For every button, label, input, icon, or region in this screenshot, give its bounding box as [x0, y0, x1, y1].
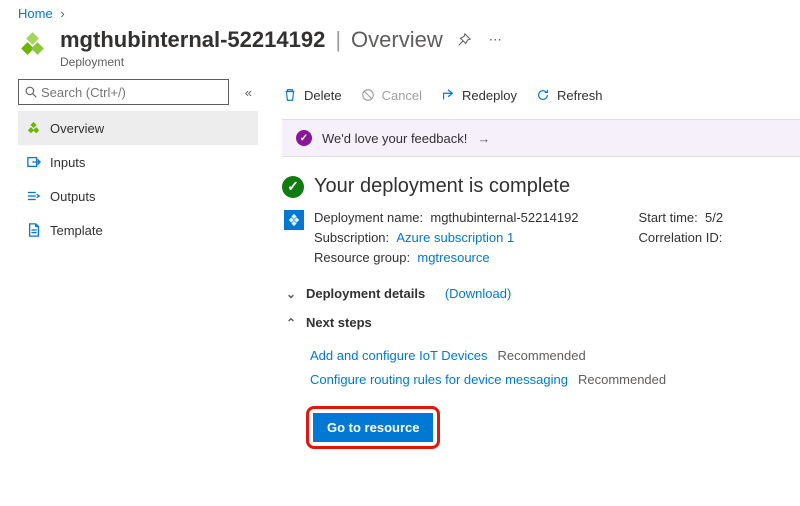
status-row: ✓ Your deployment is complete	[282, 175, 800, 198]
nav-label: Outputs	[50, 189, 96, 204]
collapse-sidebar-icon[interactable]: «	[239, 83, 258, 102]
resource-type-label: Deployment	[60, 55, 506, 69]
deployment-name-value: mgthubinternal-52214192	[430, 210, 578, 225]
sidebar-search[interactable]	[18, 79, 229, 105]
deployment-resource-icon	[18, 27, 50, 59]
pin-icon[interactable]	[453, 31, 475, 49]
details-right: Start time: 5/2 Correlation ID:	[639, 208, 724, 268]
template-icon	[26, 223, 42, 237]
main-content: Delete Cancel Redeploy Refresh	[258, 79, 800, 449]
feedback-text: We'd love your feedback!	[322, 131, 467, 146]
details-left: Deployment name: mgthubinternal-52214192…	[314, 208, 579, 268]
delete-icon	[282, 88, 298, 102]
download-link[interactable]: (Download)	[445, 286, 511, 301]
deployment-details-toggle[interactable]: ⌄ Deployment details (Download)	[284, 286, 800, 301]
chevron-down-icon: ⌄	[284, 287, 298, 301]
start-time-label: Start time:	[639, 210, 698, 225]
redeploy-button[interactable]: Redeploy	[440, 88, 517, 103]
deployment-icon	[284, 210, 304, 230]
cancel-icon	[360, 88, 376, 102]
toolbar: Delete Cancel Redeploy Refresh	[282, 79, 800, 111]
page-section: Overview	[351, 27, 443, 53]
next-steps-list: Add and configure IoT Devices Recommended…	[310, 344, 800, 392]
subscription-link[interactable]: Azure subscription 1	[396, 230, 514, 245]
next-step-iot-devices[interactable]: Add and configure IoT Devices	[310, 348, 488, 363]
recommended-badge: Recommended	[578, 372, 666, 387]
delete-button[interactable]: Delete	[282, 88, 342, 103]
next-steps-toggle[interactable]: ⌃ Next steps	[284, 315, 800, 330]
cancel-button: Cancel	[360, 88, 422, 103]
deployment-details-block: Deployment name: mgthubinternal-52214192…	[284, 208, 800, 268]
resource-group-label: Resource group:	[314, 250, 410, 265]
arrow-right-icon: →	[477, 131, 490, 146]
chevron-up-icon: ⌃	[284, 316, 298, 330]
nav-label: Template	[50, 223, 103, 238]
redeploy-label: Redeploy	[462, 88, 517, 103]
go-to-resource-button[interactable]: Go to resource	[313, 413, 433, 442]
recommended-badge: Recommended	[498, 348, 586, 363]
nav-template[interactable]: Template	[18, 213, 258, 247]
next-step-routing[interactable]: Configure routing rules for device messa…	[310, 372, 568, 387]
outputs-icon	[26, 189, 42, 203]
refresh-label: Refresh	[557, 88, 603, 103]
nav-overview[interactable]: Overview	[18, 111, 258, 145]
chevron-right-icon: ›	[60, 6, 64, 21]
nav-label: Overview	[50, 121, 104, 136]
refresh-button[interactable]: Refresh	[535, 88, 603, 103]
inputs-icon	[26, 155, 42, 169]
status-title: Your deployment is complete	[314, 175, 570, 198]
nav-outputs[interactable]: Outputs	[18, 179, 258, 213]
sidebar-search-input[interactable]	[41, 85, 222, 100]
more-icon[interactable]: ⋯	[485, 30, 506, 50]
page-header: mgthubinternal-52214192 | Overview ⋯ Dep…	[0, 23, 800, 79]
success-icon: ✓	[282, 176, 304, 198]
resource-name: mgthubinternal-52214192	[60, 27, 325, 53]
go-to-resource-highlight: Go to resource	[306, 406, 440, 449]
subscription-label: Subscription:	[314, 230, 389, 245]
redeploy-icon	[440, 88, 456, 102]
resource-group-link[interactable]: mgtresource	[417, 250, 489, 265]
title-separator: |	[335, 27, 341, 53]
deployment-details-label: Deployment details	[306, 286, 425, 301]
correlation-id-label: Correlation ID:	[639, 230, 723, 245]
breadcrumb-home[interactable]: Home	[18, 6, 53, 21]
nav-inputs[interactable]: Inputs	[18, 145, 258, 179]
nav-label: Inputs	[50, 155, 85, 170]
delete-label: Delete	[304, 88, 342, 103]
refresh-icon	[535, 88, 551, 102]
search-icon	[25, 86, 37, 98]
next-steps-label: Next steps	[306, 315, 372, 330]
feedback-banner[interactable]: ✓ We'd love your feedback! →	[282, 119, 800, 157]
deployment-name-label: Deployment name:	[314, 210, 423, 225]
cancel-label: Cancel	[382, 88, 422, 103]
start-time-value: 5/2	[705, 210, 723, 225]
sidebar: « Overview Inputs Outputs Template	[0, 79, 258, 449]
feedback-icon: ✓	[296, 130, 312, 146]
overview-icon	[26, 121, 42, 135]
breadcrumb: Home ›	[0, 0, 800, 23]
